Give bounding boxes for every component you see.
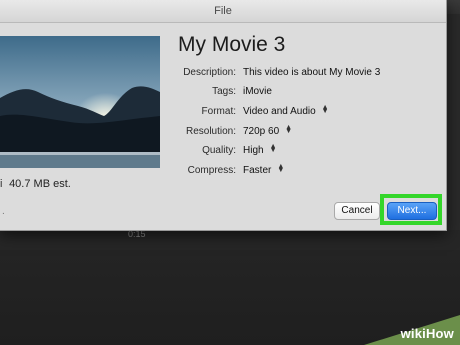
- format-row: Format: Video and Audio ▲ ▼: [0, 104, 446, 122]
- resolution-row: Resolution: 720p 60 ▲ ▼: [0, 124, 446, 142]
- background-right-edge: [446, 14, 460, 230]
- compress-row: Compress: Faster ▲ ▼: [0, 163, 446, 181]
- wikihow-watermark: wikiHow: [364, 315, 460, 345]
- format-label: Format:: [201, 106, 236, 117]
- dialog-titlebar: File: [0, 0, 446, 23]
- format-select[interactable]: Video and Audio ▲ ▼: [243, 104, 329, 117]
- share-file-dialog: File i 40.7 MB est. . My Movie 3 Descrip…: [0, 0, 447, 231]
- up-down-arrows-icon: ▲ ▼: [321, 104, 329, 116]
- resolution-select[interactable]: 720p 60 ▲ ▼: [243, 124, 293, 137]
- dialog-resize-indicator: .: [2, 206, 5, 217]
- compress-select[interactable]: Faster ▲ ▼: [243, 163, 285, 176]
- next-button[interactable]: Next...: [387, 202, 437, 220]
- resolution-value: 720p 60: [243, 126, 280, 137]
- description-row: Description: This video is about My Movi…: [0, 67, 446, 83]
- watermark-logo: wikiHow: [400, 326, 454, 341]
- compress-value: Faster: [243, 165, 272, 176]
- description-field[interactable]: This video is about My Movie 3: [243, 67, 380, 78]
- quality-row: Quality: High ▲ ▼: [0, 143, 446, 161]
- quality-value: High: [243, 145, 264, 156]
- format-value: Video and Audio: [243, 106, 316, 117]
- tags-field[interactable]: iMovie: [243, 86, 272, 97]
- tags-label: Tags:: [212, 86, 236, 97]
- quality-select[interactable]: High ▲ ▼: [243, 143, 277, 156]
- cancel-button[interactable]: Cancel: [334, 202, 380, 220]
- compress-label: Compress:: [187, 165, 236, 176]
- tags-row: Tags: iMovie: [0, 86, 446, 102]
- resolution-label: Resolution:: [185, 126, 236, 137]
- up-down-arrows-icon: ▲ ▼: [277, 163, 285, 175]
- window-title: File: [214, 5, 232, 17]
- quality-label: Quality:: [202, 145, 236, 156]
- movie-title[interactable]: My Movie 3: [178, 33, 285, 57]
- description-label: Description:: [183, 67, 236, 78]
- up-down-arrows-icon: ▲ ▼: [269, 143, 277, 155]
- up-down-arrows-icon: ▲ ▼: [285, 124, 293, 136]
